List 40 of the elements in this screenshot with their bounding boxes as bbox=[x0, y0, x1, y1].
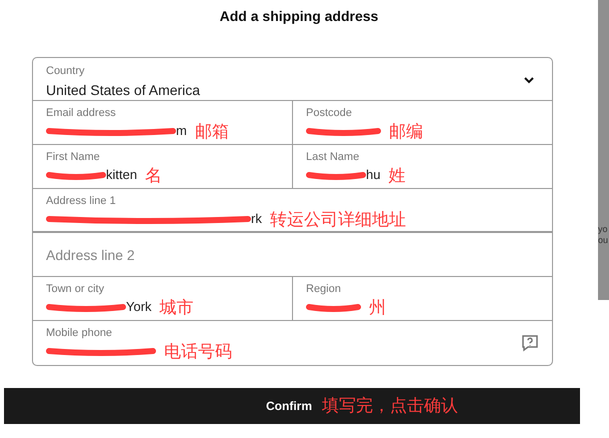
field-label: Email address bbox=[46, 106, 117, 120]
field-value: United States of America bbox=[46, 81, 200, 100]
annotation-text: 州 bbox=[369, 298, 386, 316]
field-value: York bbox=[126, 298, 152, 316]
address-field[interactable]: Address line 2 bbox=[33, 233, 552, 277]
field-value: hu bbox=[366, 166, 380, 184]
form-field[interactable]: Email address m 邮箱 bbox=[33, 101, 292, 144]
field-value: m bbox=[176, 122, 187, 140]
field-value: kitten bbox=[106, 166, 138, 184]
chevron-down-icon bbox=[523, 76, 535, 84]
form-field[interactable]: Mobile phone 电话号码 bbox=[33, 321, 552, 365]
dialog-title: Add a shipping address bbox=[218, 7, 380, 26]
help-icon[interactable] bbox=[521, 334, 539, 352]
annotation-text: 姓 bbox=[388, 166, 406, 184]
annotation-text: 电话号码 bbox=[164, 342, 232, 360]
field-value: rk bbox=[251, 210, 262, 228]
backdrop-text: ou bbox=[598, 235, 609, 246]
country-select[interactable]: Country United States of America bbox=[33, 58, 552, 101]
confirm-button[interactable]: Confirm 填写完，点击确认 bbox=[4, 388, 580, 424]
annotation-text: 转运公司详细地址 bbox=[270, 210, 406, 228]
annotation-text: 名 bbox=[145, 166, 162, 184]
form-field[interactable]: Address line 1 rk 转运公司详细地址 bbox=[33, 189, 552, 231]
annotation-text: 邮箱 bbox=[194, 122, 229, 140]
field-label: Region bbox=[306, 282, 342, 296]
annotation-text: 邮编 bbox=[389, 122, 423, 140]
annotation-text: 城市 bbox=[160, 298, 194, 316]
field-label: Mobile phone bbox=[46, 326, 114, 340]
field-label: Address line 1 bbox=[46, 194, 117, 208]
backdrop-text: yo bbox=[598, 224, 609, 235]
field-label: Postcode bbox=[306, 106, 353, 120]
form-field[interactable]: First Name kitten 名 bbox=[33, 145, 292, 188]
annotation-text: 填写完，点击确认 bbox=[322, 395, 458, 418]
form-field[interactable]: Postcode 邮编 bbox=[292, 101, 552, 144]
field-label: Town or city bbox=[46, 282, 106, 296]
field-label: Country bbox=[46, 64, 86, 78]
form-field[interactable]: Region 州 bbox=[292, 277, 552, 320]
field-label: Last Name bbox=[306, 150, 360, 164]
form-field[interactable]: Last Name hu 姓 bbox=[292, 145, 552, 188]
form-field[interactable]: Town or city York 城市 bbox=[33, 277, 292, 320]
field-label: First Name bbox=[46, 150, 101, 164]
